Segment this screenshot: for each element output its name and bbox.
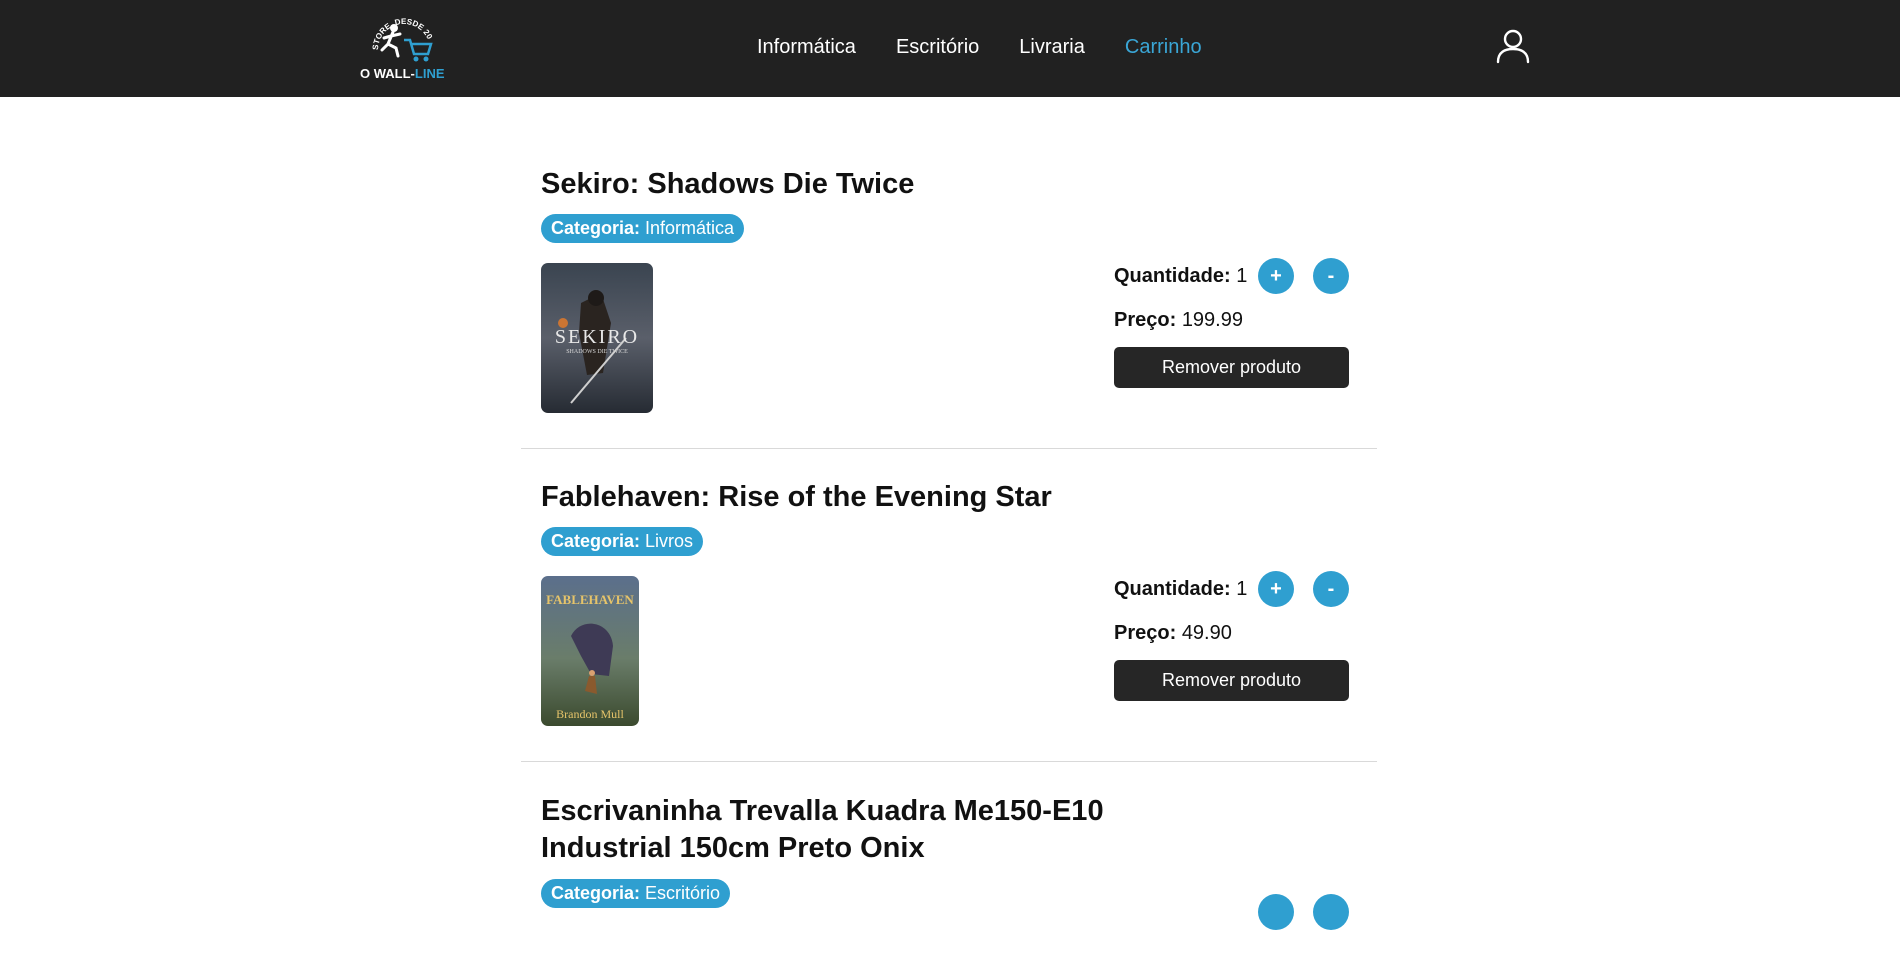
price-text: Preço: 49.90 xyxy=(1114,622,1232,645)
increase-quantity-button[interactable]: + xyxy=(1258,571,1294,607)
nav-link-escritorio[interactable]: Escritório xyxy=(896,36,979,59)
product-title: Fablehaven: Rise of the Evening Star xyxy=(541,481,1052,513)
brand-name-part2: LINE xyxy=(415,66,445,81)
cover-author: Brandon Mull xyxy=(556,707,624,721)
brand-name-part1: O WALL- xyxy=(360,66,415,81)
price-label: Preço: xyxy=(1114,309,1177,331)
remove-product-button[interactable]: Remover produto xyxy=(1114,660,1349,701)
svg-text:O WALL-LINE: O WALL-LINE xyxy=(360,66,445,81)
quantity-text: Quantidade: 1 xyxy=(1114,265,1247,288)
navbar: STORE, DESDE 2021 O WALL-LINE Informátic… xyxy=(0,0,1900,97)
category-value: Livros xyxy=(645,531,694,551)
product-title: Escrivaninha Trevalla Kuadra Me150-E10 I… xyxy=(541,795,1104,864)
increase-quantity-button[interactable] xyxy=(1258,894,1294,930)
product-image: SEKIRO SHADOWS DIE TWICE xyxy=(541,263,653,413)
decrease-quantity-button[interactable]: - xyxy=(1313,571,1349,607)
price-text: Preço: 199.99 xyxy=(1114,309,1243,332)
quantity-label: Quantidade: xyxy=(1114,265,1231,287)
nav-link-informatica[interactable]: Informática xyxy=(757,36,856,59)
quantity-row: Quantidade: 1 + - xyxy=(1114,571,1354,607)
nav-link-carrinho[interactable]: Carrinho xyxy=(1125,36,1202,59)
category-badge: Categoria: Livros xyxy=(541,527,704,556)
category-label: Categoria: xyxy=(551,883,641,903)
decrease-quantity-button[interactable] xyxy=(1313,894,1349,930)
quantity-value: 1 xyxy=(1236,265,1248,287)
cover-title: FABLEHAVEN xyxy=(546,592,634,607)
cart-item: Escrivaninha Trevalla Kuadra Me150-E10 I… xyxy=(521,762,1377,962)
category-label: Categoria: xyxy=(551,531,641,551)
cover-subtitle: SHADOWS DIE TWICE xyxy=(566,349,628,355)
category-badge: Categoria: Informática xyxy=(541,214,745,243)
increase-quantity-button[interactable]: + xyxy=(1258,258,1294,294)
main-nav: Informática Escritório Livraria Carrinho xyxy=(757,36,1202,59)
quantity-row: Quantidade: 1 + - xyxy=(1114,258,1354,294)
category-value: Informática xyxy=(645,218,735,238)
nav-link-livraria[interactable]: Livraria xyxy=(1019,36,1085,59)
quantity-row xyxy=(1114,894,1354,930)
category-label: Categoria: xyxy=(551,218,641,238)
cart-item: Fablehaven: Rise of the Evening Star Cat… xyxy=(521,449,1377,762)
cart-list: Sekiro: Shadows Die Twice Categoria: Inf… xyxy=(521,97,1377,962)
quantity-text: Quantidade: 1 xyxy=(1114,578,1247,601)
brand-logo[interactable]: STORE, DESDE 2021 O WALL-LINE xyxy=(358,10,452,84)
category-value: Escritório xyxy=(645,883,721,903)
remove-product-button[interactable]: Remover produto xyxy=(1114,347,1349,388)
quantity-label: Quantidade: xyxy=(1114,578,1231,600)
decrease-quantity-button[interactable]: - xyxy=(1313,258,1349,294)
cover-title: SEKIRO xyxy=(555,326,639,348)
quantity-value: 1 xyxy=(1236,578,1248,600)
product-title: Sekiro: Shadows Die Twice xyxy=(541,168,915,200)
cart-item: Sekiro: Shadows Die Twice Categoria: Inf… xyxy=(521,97,1377,449)
user-icon[interactable] xyxy=(1495,28,1531,64)
price-value: 49.90 xyxy=(1181,622,1232,644)
price-value: 199.99 xyxy=(1181,309,1243,331)
product-image: FABLEHAVEN Brandon Mull xyxy=(541,576,639,726)
price-label: Preço: xyxy=(1114,622,1177,644)
